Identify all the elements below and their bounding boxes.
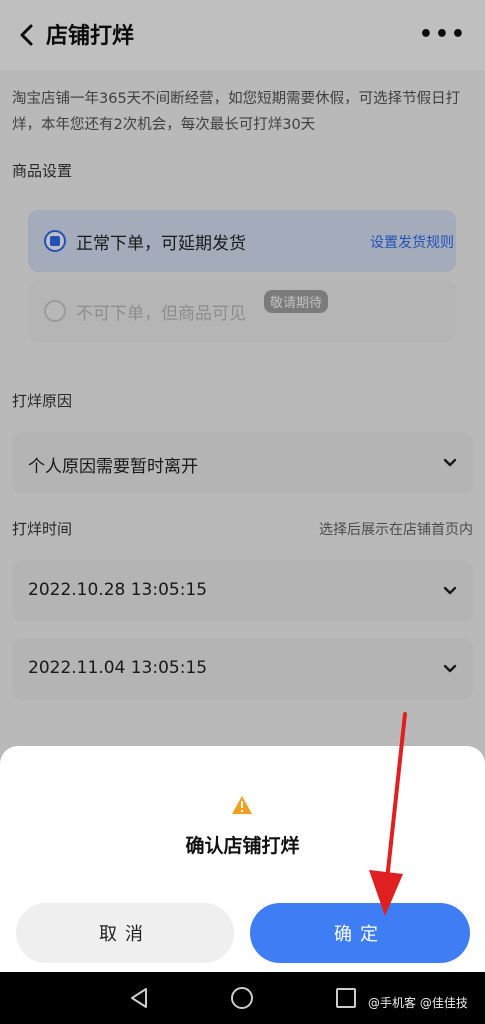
watermark-text: @手机客 @佳佳技 <box>368 996 468 1010</box>
nav-home-icon[interactable] <box>231 987 253 1009</box>
cancel-button[interactable]: 取消 <box>16 903 234 963</box>
nav-back-icon[interactable] <box>128 986 150 1010</box>
annotation-arrow-icon <box>369 712 407 916</box>
warning-icon <box>232 796 252 814</box>
nav-recent-apps-icon[interactable] <box>336 988 356 1008</box>
